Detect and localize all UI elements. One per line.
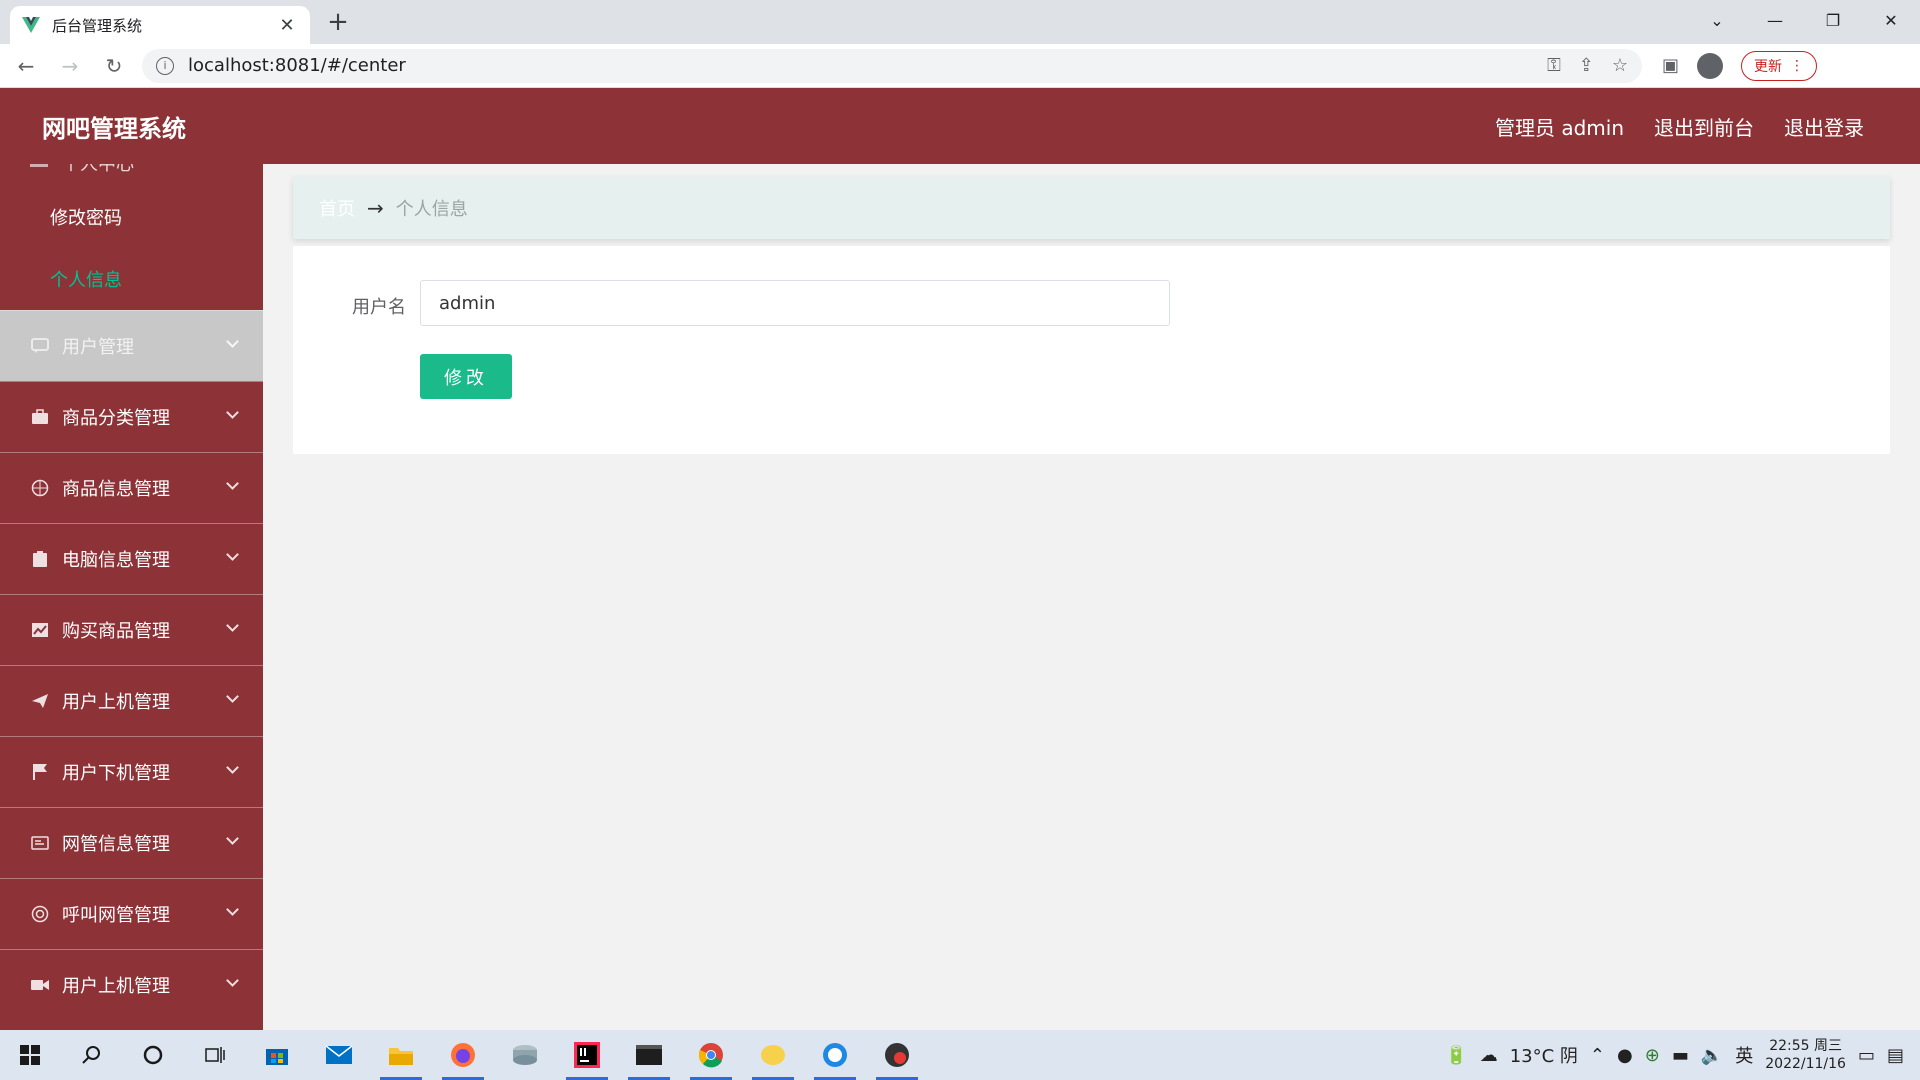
tab-title: 后台管理系统 [52,16,143,35]
back-icon[interactable]: ← [8,48,44,84]
username-input[interactable] [420,280,1170,326]
restore-icon[interactable]: ❐ [1804,0,1862,40]
browser-tab[interactable]: 后台管理系统 ✕ [10,6,310,44]
tab-search-icon[interactable]: ⌄ [1688,0,1746,40]
reload-icon[interactable]: ↻ [96,48,132,84]
sidebar-item-product-management[interactable]: 商品信息管理 [0,452,263,523]
clock-time: 22:55 周三 [1769,1038,1843,1054]
ime-indicator[interactable]: 英 [1735,1042,1753,1068]
battery-app-icon[interactable]: 🔋 [1445,1045,1467,1066]
chart-icon [30,620,50,640]
sidebar-item-computer-management[interactable]: 电脑信息管理 [0,523,263,594]
window-controls: ⌄ — ❐ ✕ [1688,0,1920,40]
id-card-icon [30,833,50,853]
key-icon[interactable]: ⚿ [1547,55,1561,76]
app-header: 网吧管理系统 管理员 admin 退出到前台 退出登录 [0,88,1920,164]
battery-icon[interactable]: ▬ [1672,1045,1689,1066]
clipboard-icon [30,549,50,569]
app-title: 网吧管理系统 [42,114,186,143]
bookmark-star-icon[interactable]: ☆ [1612,55,1628,76]
update-button[interactable]: 更新 ⋮ [1741,50,1818,81]
file-explorer-icon[interactable] [370,1030,432,1080]
task-view-icon[interactable] [184,1030,246,1080]
clock-date: 2022/11/16 [1765,1056,1846,1072]
sidebar-subitem-label: 修改密码 [50,208,122,229]
browser-app-icon[interactable] [804,1030,866,1080]
penguin-icon[interactable]: ● [1617,1045,1633,1066]
minimize-icon[interactable]: — [1746,0,1804,40]
sidebar-item-personal-center[interactable]: 个人中心 [0,164,263,186]
profile-avatar-icon[interactable] [1697,52,1724,79]
sidebar-subitem-change-password[interactable]: 修改密码 [0,186,263,248]
mail-icon[interactable] [308,1030,370,1080]
sidebar-item-purchase-management[interactable]: 购买商品管理 [0,594,263,665]
profile-form: 用户名 修改 [293,246,1890,454]
breadcrumb-home-link[interactable]: 首页 [319,195,355,221]
new-tab-icon[interactable]: + [324,8,352,36]
vue-logo-icon [22,16,40,34]
sidebar-item-category-management[interactable]: 商品分类管理 [0,381,263,452]
url-text[interactable]: localhost:8081/#/center [188,55,1547,76]
sidebar-subitem-personal-info[interactable]: 个人信息 [0,248,263,310]
notification-center-icon[interactable]: ▤ [1887,1045,1904,1066]
intellij-icon[interactable] [556,1030,618,1080]
breadcrumb-separator-icon: → [367,196,384,220]
sidebar-item-login-management[interactable]: 用户上机管理 [0,665,263,736]
side-panel-icon[interactable]: ▣ [1662,55,1679,76]
plus-green-icon[interactable]: ⊕ [1645,1045,1660,1066]
system-tray: 🔋 ☁ 13°C 阴 ⌃ ● ⊕ ▬ 🔈 英 22:55 周三 2022/11/… [1445,1037,1920,1073]
sidebar: 个人中心 修改密码 个人信息 用户管理 商品分类管理 商品信息管理 电脑信息管理… [0,164,263,1030]
site-info-icon[interactable]: i [156,56,174,75]
menu-icon [30,164,48,167]
volume-icon[interactable]: 🔈 [1701,1045,1723,1066]
chat-icon [30,336,50,356]
breadcrumb-current: 个人信息 [395,199,468,220]
chrome-icon[interactable] [680,1030,742,1080]
sidebar-item-call-admin-management[interactable]: 呼叫网管管理 [0,878,263,949]
briefcase-icon [30,407,50,427]
sidebar-item-login-management-2[interactable]: 用户上机管理 [0,949,263,1020]
close-window-icon[interactable]: ✕ [1862,0,1920,40]
clock[interactable]: 22:55 周三 2022/11/16 [1765,1037,1846,1073]
share-icon[interactable]: ⇪ [1579,55,1594,76]
sidebar-item-user-management[interactable]: 用户管理 [0,310,263,381]
windows-start-icon[interactable] [0,1030,60,1080]
weather-text[interactable]: 13°C 阴 [1510,1042,1578,1068]
modify-button[interactable]: 修改 [420,354,512,399]
exit-to-front-link[interactable]: 退出到前台 [1654,112,1754,141]
browser-toolbar: ← → ↻ i localhost:8081/#/center ⚿ ⇪ ☆ ▣ … [0,44,1920,88]
more-menu-icon: ⋮ [1790,57,1805,74]
sidebar-item-logout-management[interactable]: 用户下机管理 [0,736,263,807]
username-label: 用户名 [352,297,406,318]
paper-plane-icon [30,691,50,711]
video-camera-icon [30,975,50,995]
browser-tabstrip: 后台管理系统 ✕ + ⌄ — ❐ ✕ [0,0,1920,44]
tab-close-icon[interactable]: ✕ [276,15,298,36]
tray-expand-icon[interactable]: ⌃ [1590,1045,1605,1066]
store-icon[interactable] [246,1030,308,1080]
terminal-icon[interactable] [618,1030,680,1080]
sidebar-item-label: 个人中心 [62,164,134,175]
flag-icon [30,762,50,782]
compass-icon [30,478,50,498]
cloud-icon: ☁ [1479,1044,1498,1066]
sidebar-subitem-label: 个人信息 [50,270,122,291]
search-icon[interactable] [60,1030,122,1080]
recorder-app-icon[interactable] [866,1030,928,1080]
disk-app-icon[interactable] [494,1030,556,1080]
notes-app-icon[interactable] [742,1030,804,1080]
sidebar-item-admin-info-management[interactable]: 网管信息管理 [0,807,263,878]
show-desktop-icon[interactable]: ▭ [1858,1045,1875,1066]
firefox-icon[interactable] [432,1030,494,1080]
lifebuoy-icon [30,904,50,924]
current-user: 管理员 admin [1494,115,1624,140]
windows-taskbar: 🔋 ☁ 13°C 阴 ⌃ ● ⊕ ▬ 🔈 英 22:55 周三 2022/11/… [0,1030,1920,1080]
breadcrumb: 首页 → 个人信息 [293,177,1890,239]
address-bar[interactable]: i localhost:8081/#/center ⚿ ⇪ ☆ [142,48,1642,83]
update-label: 更新 [1754,58,1783,75]
cortana-icon[interactable] [122,1030,184,1080]
logout-link[interactable]: 退出登录 [1784,112,1864,141]
forward-icon[interactable]: → [52,48,88,84]
